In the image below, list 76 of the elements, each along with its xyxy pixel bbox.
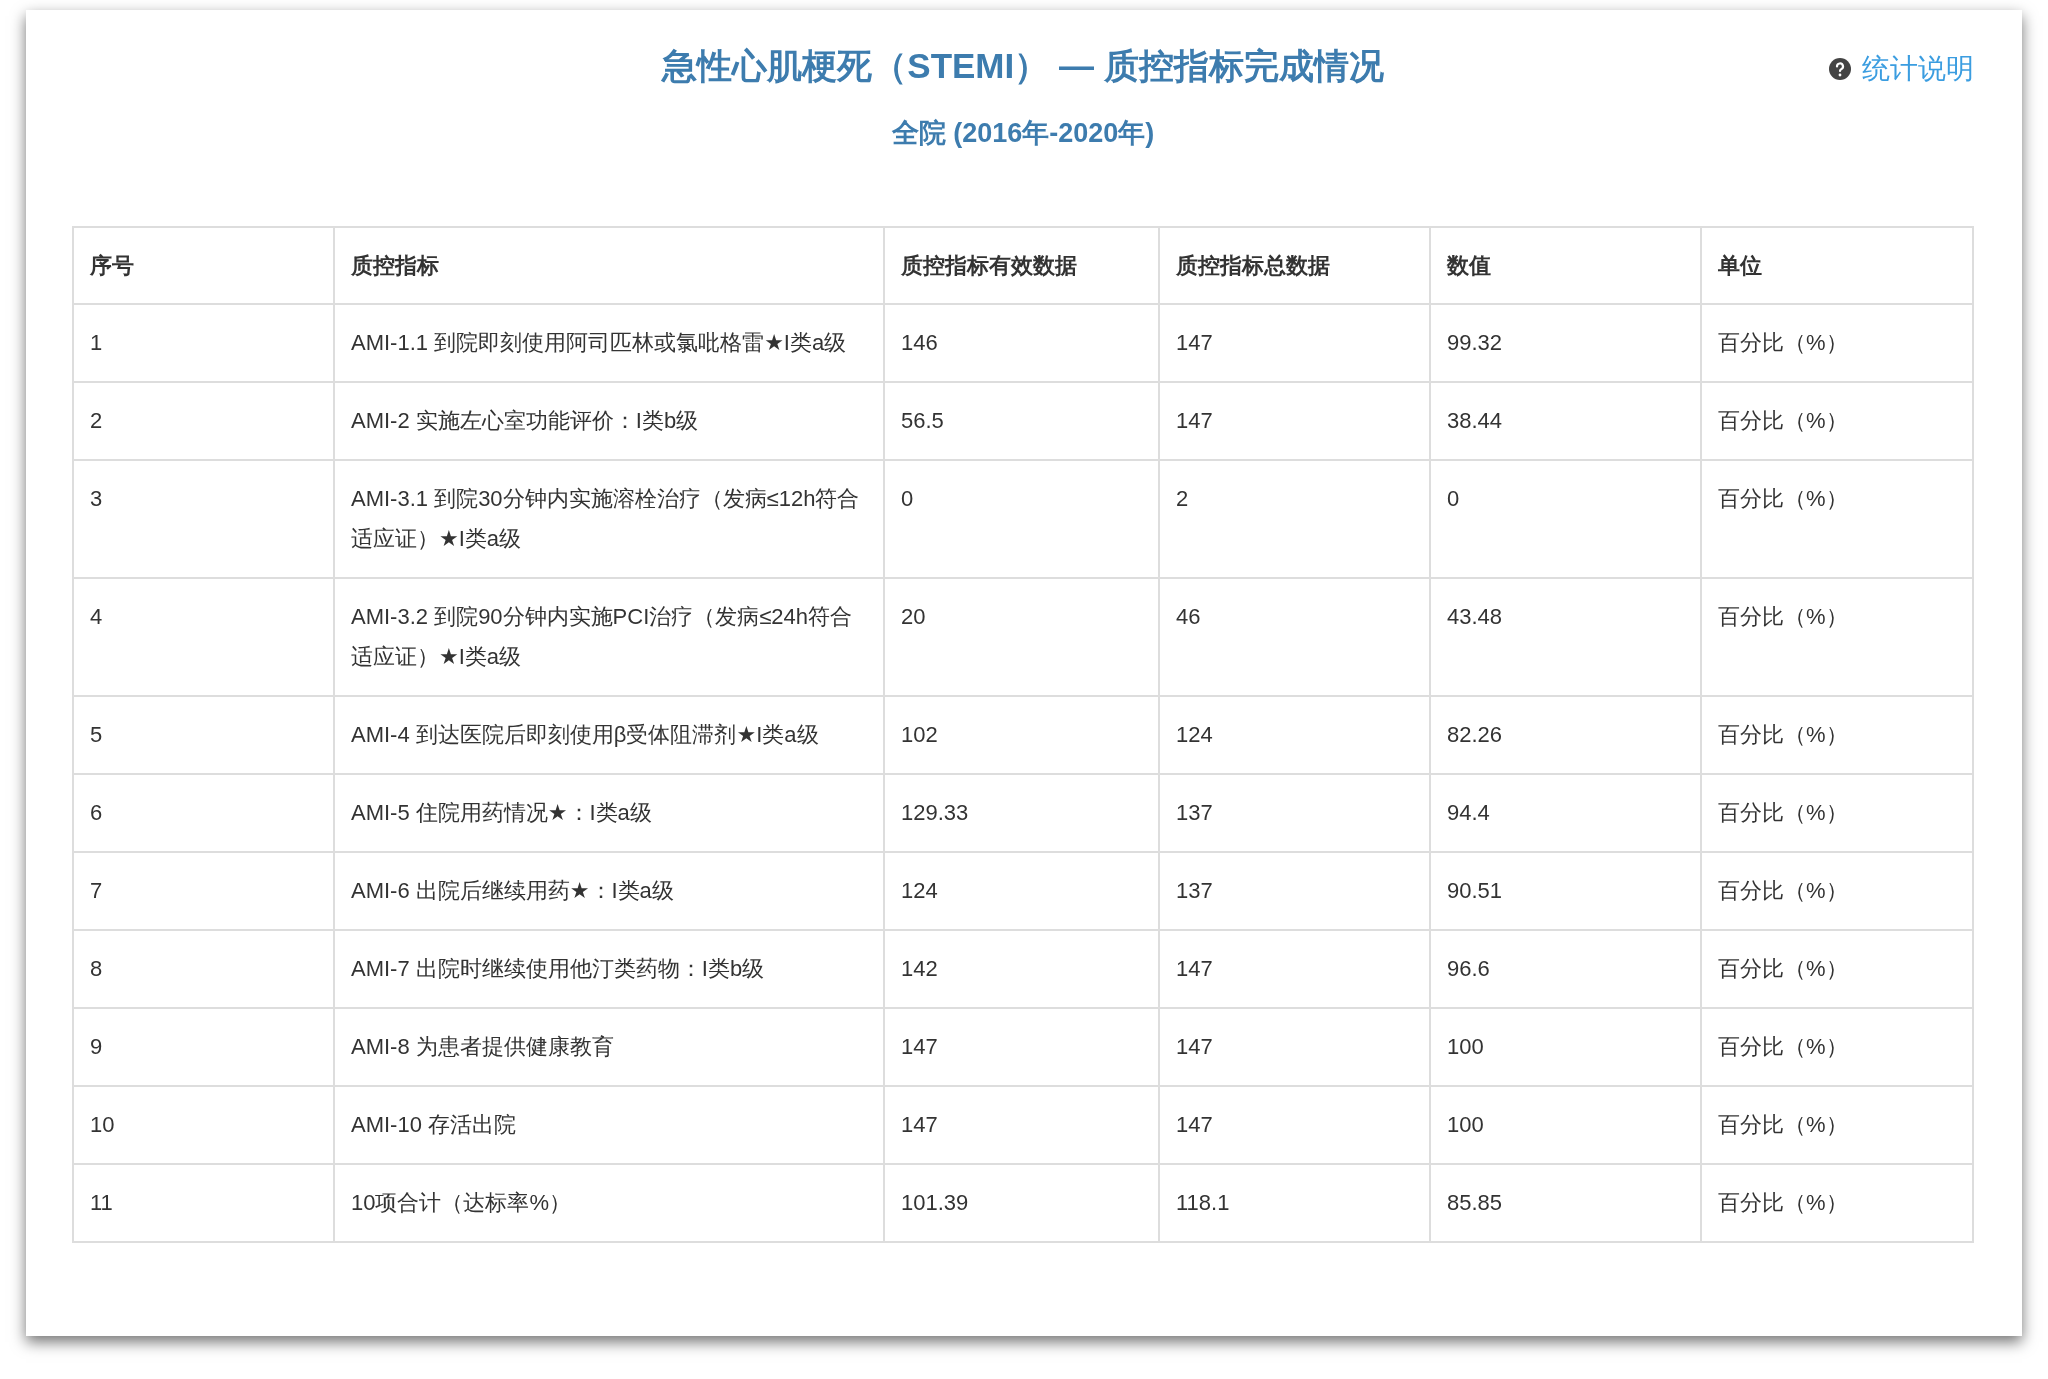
- table-cell: 142: [884, 930, 1159, 1008]
- table-cell: 82.26: [1430, 696, 1701, 774]
- page-title: 急性心肌梗死（STEMI） — 质控指标完成情况: [662, 45, 1384, 87]
- column-header: 质控指标有效数据: [884, 227, 1159, 304]
- column-header: 单位: [1701, 227, 1973, 304]
- table-cell: 38.44: [1430, 382, 1701, 460]
- table-cell: 11: [73, 1164, 334, 1242]
- table-cell: 2: [73, 382, 334, 460]
- table-cell: 147: [1159, 1086, 1430, 1164]
- table-cell: AMI-3.2 到院90分钟内实施PCI治疗（发病≤24h符合适应证）★I类a级: [334, 578, 884, 696]
- table-cell: 147: [1159, 304, 1430, 382]
- table-cell: 百分比（%）: [1701, 1164, 1973, 1242]
- table-cell: AMI-8 为患者提供健康教育: [334, 1008, 884, 1086]
- table-cell: AMI-6 出院后继续用药★：I类a级: [334, 852, 884, 930]
- table-cell: 137: [1159, 852, 1430, 930]
- help-icon: [1828, 57, 1852, 81]
- table-cell: 9: [73, 1008, 334, 1086]
- table-cell: 43.48: [1430, 578, 1701, 696]
- table-cell: 10项合计（达标率%）: [334, 1164, 884, 1242]
- table-cell: 8: [73, 930, 334, 1008]
- table-cell: 90.51: [1430, 852, 1701, 930]
- table-cell: 百分比（%）: [1701, 304, 1973, 382]
- table-cell: 137: [1159, 774, 1430, 852]
- table-cell: 147: [1159, 1008, 1430, 1086]
- table-cell: 百分比（%）: [1701, 1086, 1973, 1164]
- column-header: 质控指标: [334, 227, 884, 304]
- table-cell: 147: [884, 1008, 1159, 1086]
- table-cell: 3: [73, 460, 334, 578]
- table-cell: 百分比（%）: [1701, 1008, 1973, 1086]
- table-cell: 百分比（%）: [1701, 774, 1973, 852]
- table-cell: AMI-7 出院时继续使用他汀类药物：I类b级: [334, 930, 884, 1008]
- table-cell: 5: [73, 696, 334, 774]
- table-cell: 94.4: [1430, 774, 1701, 852]
- table-cell: AMI-4 到达医院后即刻使用β受体阻滞剂★I类a级: [334, 696, 884, 774]
- table-cell: 百分比（%）: [1701, 696, 1973, 774]
- table-cell: 85.85: [1430, 1164, 1701, 1242]
- table-cell: 百分比（%）: [1701, 382, 1973, 460]
- table-cell: 56.5: [884, 382, 1159, 460]
- column-header: 序号: [73, 227, 334, 304]
- table-cell: 147: [1159, 930, 1430, 1008]
- table-cell: 129.33: [884, 774, 1159, 852]
- table-cell: 147: [1159, 382, 1430, 460]
- table-cell: 124: [1159, 696, 1430, 774]
- table-cell: 2: [1159, 460, 1430, 578]
- table-cell: 102: [884, 696, 1159, 774]
- table-cell: 100: [1430, 1086, 1701, 1164]
- table-cell: 7: [73, 852, 334, 930]
- table-cell: 百分比（%）: [1701, 578, 1973, 696]
- table-cell: 4: [73, 578, 334, 696]
- table-cell: 99.32: [1430, 304, 1701, 382]
- table-cell: 1: [73, 304, 334, 382]
- table-cell: 6: [73, 774, 334, 852]
- help-link[interactable]: 统计说明: [1828, 48, 1974, 90]
- table-cell: 124: [884, 852, 1159, 930]
- page-subtitle: 全院 (2016年-2020年): [891, 116, 1155, 150]
- table-cell: 46: [1159, 578, 1430, 696]
- table-cell: 96.6: [1430, 930, 1701, 1008]
- table-cell: 百分比（%）: [1701, 460, 1973, 578]
- table-cell: 146: [884, 304, 1159, 382]
- table-cell: 百分比（%）: [1701, 930, 1973, 1008]
- table-cell: 100: [1430, 1008, 1701, 1086]
- table-cell: AMI-5 住院用药情况★：I类a级: [334, 774, 884, 852]
- column-header: 数值: [1430, 227, 1701, 304]
- table-cell: 百分比（%）: [1701, 852, 1973, 930]
- table-cell: AMI-10 存活出院: [334, 1086, 884, 1164]
- table-cell: AMI-3.1 到院30分钟内实施溶栓治疗（发病≤12h符合适应证）★I类a级: [334, 460, 884, 578]
- table-cell: AMI-2 实施左心室功能评价：I类b级: [334, 382, 884, 460]
- table-cell: 147: [884, 1086, 1159, 1164]
- table-cell: AMI-1.1 到院即刻使用阿司匹林或氯吡格雷★I类a级: [334, 304, 884, 382]
- table-cell: 101.39: [884, 1164, 1159, 1242]
- table-cell: 20: [884, 578, 1159, 696]
- table-cell: 118.1: [1159, 1164, 1430, 1242]
- table-cell: 10: [73, 1086, 334, 1164]
- table-cell: 0: [1430, 460, 1701, 578]
- column-header: 质控指标总数据: [1159, 227, 1430, 304]
- table-cell: 0: [884, 460, 1159, 578]
